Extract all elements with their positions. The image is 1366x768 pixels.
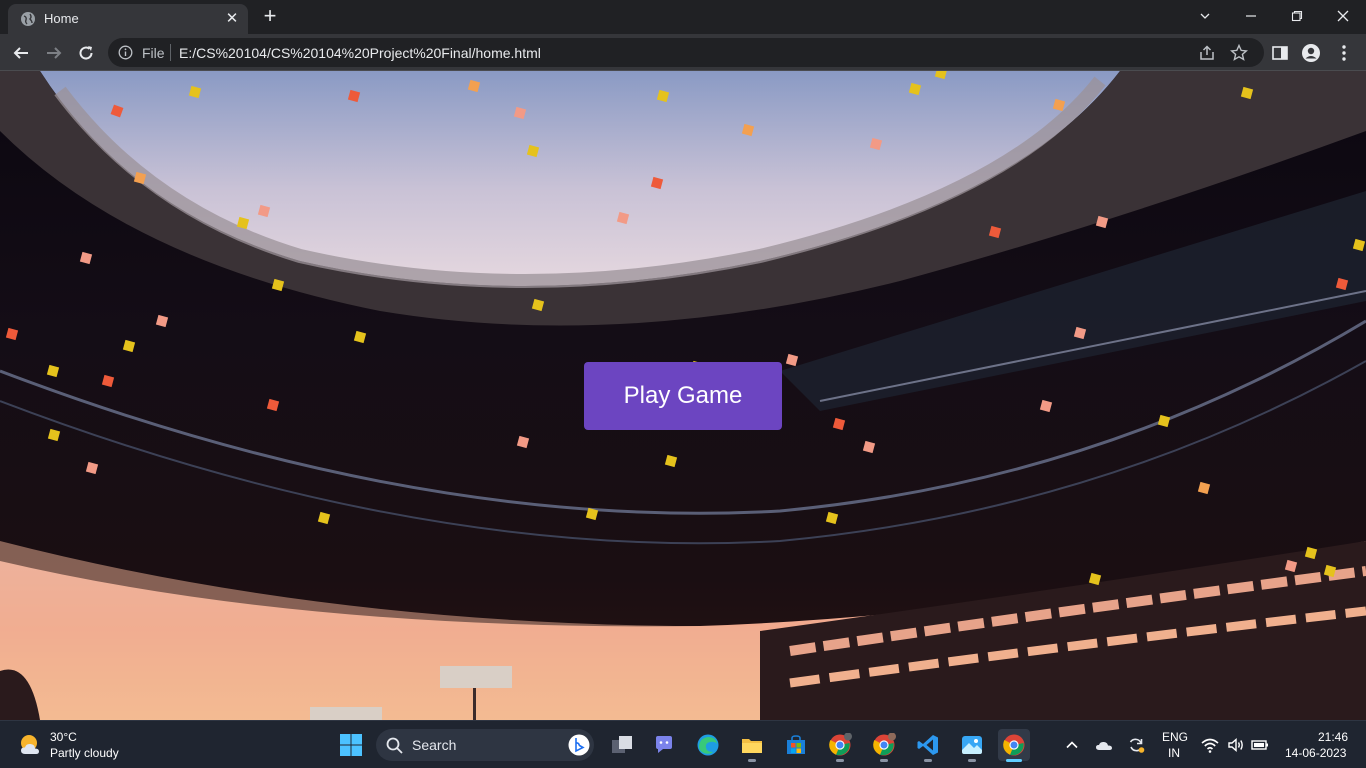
forward-arrow-icon[interactable] (41, 40, 67, 66)
restore-icon[interactable] (1274, 0, 1320, 32)
taskbar-search-box[interactable]: Search (376, 729, 594, 761)
chevron-up-icon[interactable] (1062, 735, 1082, 755)
windows-taskbar: 30°C Partly cloudy Search ENG IN 21:46 1… (0, 720, 1366, 768)
clock-date[interactable]: 14-06-2023 (1285, 746, 1346, 760)
tab-search-icon[interactable] (1182, 0, 1228, 32)
share-icon[interactable] (1198, 44, 1216, 62)
task-view-icon[interactable] (606, 729, 638, 761)
language-code[interactable]: ENG (1162, 730, 1188, 744)
chrome-active-icon[interactable] (998, 729, 1030, 762)
microsoft-store-icon[interactable] (780, 729, 812, 761)
side-panel-icon[interactable] (1270, 43, 1290, 63)
play-game-button[interactable]: Play Game (584, 362, 782, 430)
menu-kebab-icon[interactable] (1334, 43, 1354, 63)
photos-app-icon[interactable] (956, 729, 988, 762)
browser-tab[interactable]: Home ✕ (8, 4, 248, 34)
chrome-profile-icon[interactable] (868, 729, 900, 762)
bing-icon[interactable] (568, 734, 590, 756)
address-bar[interactable]: File E:/CS%20104/CS%20104%20Project%20Fi… (108, 38, 1264, 67)
active-indicator (1006, 759, 1022, 762)
scheme-divider (170, 44, 171, 61)
close-window-icon[interactable] (1320, 0, 1366, 32)
vscode-icon[interactable] (912, 729, 944, 762)
running-indicator (924, 759, 932, 762)
tab-title: Home (44, 11, 79, 26)
page-viewport: Play Game (0, 71, 1366, 720)
file-explorer-icon[interactable] (736, 729, 768, 762)
scheme-label: File (142, 45, 165, 61)
teams-chat-icon[interactable] (648, 729, 680, 761)
search-label: Search (412, 737, 457, 753)
browser-toolbar: File E:/CS%20104/CS%20104%20Project%20Fi… (0, 34, 1366, 71)
search-icon (386, 737, 403, 754)
running-indicator (880, 759, 888, 762)
partly-cloudy-icon[interactable] (18, 732, 44, 758)
reload-icon[interactable] (73, 40, 99, 66)
weather-description[interactable]: Partly cloudy (50, 746, 119, 760)
tab-strip: Home ✕ + (0, 0, 1366, 34)
language-region[interactable]: IN (1168, 746, 1180, 760)
running-indicator (836, 759, 844, 762)
globe-icon (21, 12, 35, 26)
volume-icon[interactable] (1226, 735, 1246, 755)
battery-icon[interactable] (1250, 735, 1270, 755)
sync-update-icon[interactable] (1126, 735, 1146, 755)
minimize-icon[interactable] (1228, 0, 1274, 32)
weather-temperature[interactable]: 30°C (50, 730, 77, 744)
start-windows-icon[interactable] (335, 729, 367, 761)
close-tab-icon[interactable]: ✕ (222, 9, 242, 29)
profile-icon[interactable] (1301, 43, 1321, 63)
running-indicator (748, 759, 756, 762)
url-text[interactable]: E:/CS%20104/CS%20104%20Project%20Final/h… (179, 45, 541, 61)
new-tab-icon[interactable]: + (258, 5, 282, 29)
onedrive-cloud-icon[interactable] (1094, 735, 1114, 755)
running-indicator (968, 759, 976, 762)
clock-time[interactable]: 21:46 (1318, 730, 1348, 744)
wifi-icon[interactable] (1200, 735, 1220, 755)
back-arrow-icon[interactable] (8, 40, 34, 66)
bookmark-star-icon[interactable] (1230, 44, 1248, 62)
edge-browser-icon[interactable] (692, 729, 724, 761)
info-icon[interactable] (118, 45, 133, 60)
chrome-profile-s-icon[interactable] (824, 729, 856, 762)
